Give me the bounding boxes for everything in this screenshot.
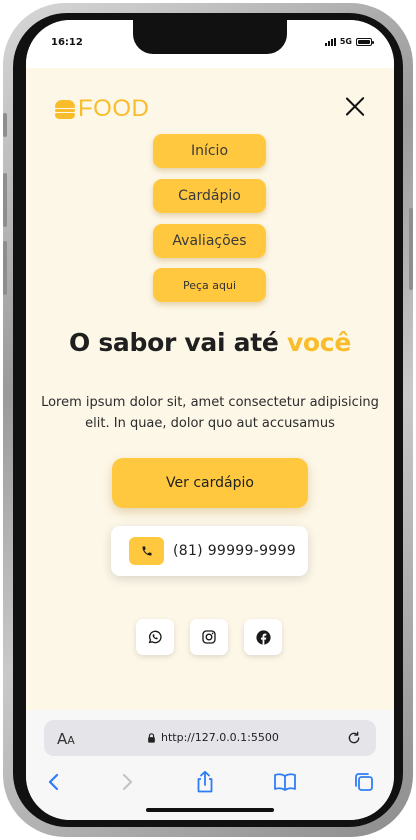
home-indicator[interactable] (146, 808, 274, 812)
burger-icon (55, 99, 75, 119)
bookmarks-button[interactable] (272, 770, 298, 794)
nav-item-avaliacoes[interactable]: Avaliações (153, 224, 266, 258)
address-bar[interactable]: AA http://127.0.0.1:5500 (44, 720, 376, 756)
phone-screen: 16:12 5G FOOD Início Cardápio Avaliações… (26, 20, 394, 820)
logo-text: FOOD (78, 95, 150, 122)
browser-chrome: AA http://127.0.0.1:5500 (26, 710, 394, 820)
hero-description: Lorem ipsum dolor sit, amet consectetur … (41, 395, 379, 431)
chevron-right-icon (122, 773, 133, 791)
instagram-button[interactable] (190, 619, 228, 655)
status-time: 16:12 (51, 37, 83, 48)
battery-icon (356, 37, 374, 46)
facebook-icon (255, 629, 271, 645)
mute-switch (3, 113, 7, 137)
book-icon (274, 773, 296, 791)
tabs-icon (355, 773, 373, 791)
volume-up-button (3, 173, 7, 227)
logo[interactable]: FOOD (55, 95, 149, 123)
whatsapp-button[interactable] (136, 619, 174, 655)
page-content: FOOD Início Cardápio Avaliações Peça aqu… (26, 68, 394, 710)
volume-down-button (3, 241, 7, 295)
status-indicators: 5G (324, 37, 374, 46)
back-button[interactable] (41, 770, 67, 794)
hero-title-main: O sabor vai até (69, 328, 287, 357)
whatsapp-icon (148, 630, 162, 644)
forward-button[interactable] (114, 770, 140, 794)
nav-item-inicio[interactable]: Início (153, 134, 266, 168)
share-icon (197, 770, 213, 793)
url-text: http://127.0.0.1:5500 (161, 731, 279, 744)
view-menu-button[interactable]: Ver cardápio (112, 458, 308, 508)
lock-icon (148, 733, 155, 743)
status-bar: 16:12 5G (26, 20, 394, 68)
network-label: 5G (339, 37, 352, 46)
signal-icon (324, 37, 336, 46)
text-size-label-big: A (57, 730, 68, 748)
hero-title: O sabor vai até você (26, 328, 394, 357)
reload-icon[interactable] (346, 730, 362, 746)
hero-title-accent: você (286, 328, 351, 357)
text-size-button[interactable]: AA (57, 730, 75, 748)
tabs-button[interactable] (351, 770, 377, 794)
phone-contact-button[interactable]: (81) 99999-9999 (111, 526, 308, 576)
chevron-left-icon (48, 773, 59, 791)
share-button[interactable] (192, 770, 218, 794)
close-icon[interactable] (344, 95, 366, 117)
phone-number: (81) 99999-9999 (173, 543, 296, 559)
instagram-icon (202, 630, 216, 644)
nav-item-peca-aqui[interactable]: Peça aqui (153, 268, 266, 302)
facebook-button[interactable] (244, 619, 282, 655)
text-size-label-small: A (67, 734, 75, 747)
nav-item-cardapio[interactable]: Cardápio (153, 179, 266, 213)
phone-icon (129, 537, 164, 565)
notch (133, 20, 287, 54)
power-button (409, 208, 413, 290)
